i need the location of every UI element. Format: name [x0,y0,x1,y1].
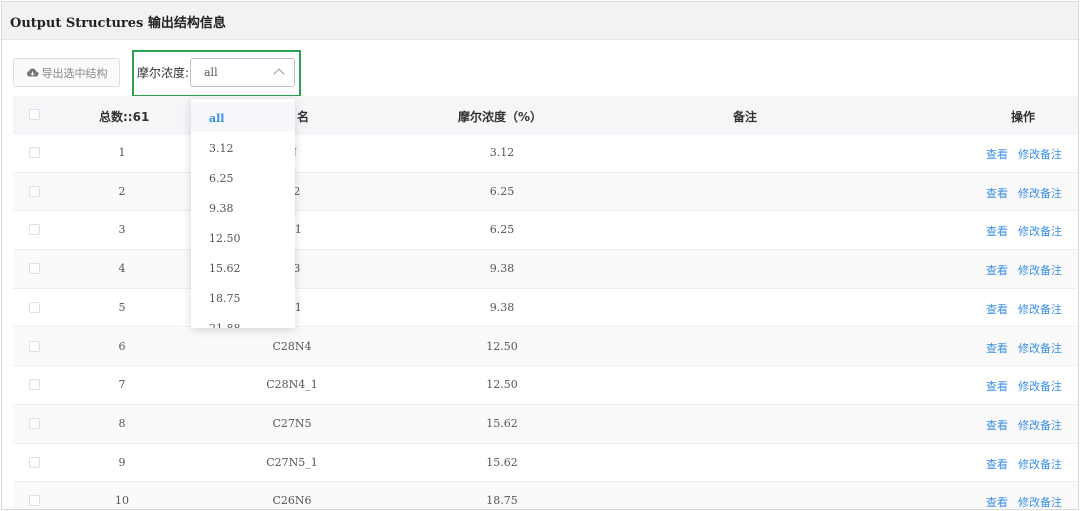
row-concentration: 12.50 [486,339,518,353]
row-index: 4 [118,262,126,276]
view-link[interactable]: 查看 [986,146,1008,162]
row-index: 10 [115,494,129,508]
concentration-select-value: all [204,66,218,79]
dropdown-option[interactable]: 12.50 [191,222,295,252]
row-concentration: 15.62 [486,416,518,430]
table-header: 总数::61 名 摩尔浓度（%） 备注 操作 [13,96,1078,134]
view-link[interactable]: 查看 [986,417,1008,433]
row-checkbox[interactable] [29,340,40,352]
export-selected-button[interactable]: 导出选中结构 [13,58,120,87]
edit-remark-link[interactable]: 修改备注 [1018,340,1062,356]
edit-remark-link[interactable]: 修改备注 [1018,262,1062,278]
concentration-select[interactable]: all [190,58,295,87]
table-row: 6 C28N4 12.50 查看 修改备注 [13,327,1078,367]
action-header: 操作 [1011,110,1036,124]
cloud-download-icon [26,68,38,77]
row-checkbox[interactable] [29,224,40,236]
row-checkbox[interactable] [29,185,40,197]
row-checkbox[interactable] [29,379,40,391]
structure-name: C28N4 [272,339,312,353]
dropdown-option[interactable]: 3.12 [191,132,295,162]
structure-name: C27N5 [272,416,312,430]
edit-remark-link[interactable]: 修改备注 [1018,146,1062,162]
view-link[interactable]: 查看 [986,301,1008,317]
dropdown-option[interactable]: 6.25 [191,162,295,192]
view-link[interactable]: 查看 [986,262,1008,278]
view-link[interactable]: 查看 [986,340,1008,356]
row-concentration: 18.75 [486,494,518,508]
view-link[interactable]: 查看 [986,456,1008,472]
row-checkbox[interactable] [29,301,40,313]
row-concentration: 3.12 [489,146,515,159]
row-concentration: 15.62 [486,455,518,469]
concentration-header: 摩尔浓度（%） [458,110,543,124]
export-selected-label: 导出选中结构 [41,66,108,80]
structure-name-header: 名 [297,110,310,124]
row-concentration: 12.50 [486,378,518,392]
chevron-up-icon [273,68,285,80]
row-index: 2 [118,184,126,198]
total-count-header: 总数::61 [99,110,150,124]
structure-name: C26N6 [272,494,312,508]
row-concentration: 6.25 [489,184,515,198]
row-checkbox[interactable] [29,263,40,275]
row-concentration: 9.38 [489,262,515,276]
dropdown-option[interactable]: 15.62 [191,252,295,282]
row-index: 5 [118,300,126,314]
structure-name: C27N5_1 [266,455,318,469]
edit-remark-link[interactable]: 修改备注 [1018,494,1062,509]
table-row: 10 C26N6 18.75 查看 修改备注 [13,482,1078,509]
dropdown-option[interactable]: 21.88 [191,312,295,328]
row-index: 1 [118,146,126,159]
row-checkbox[interactable] [29,147,40,158]
dropdown-option[interactable]: all [191,102,295,132]
row-concentration: 9.38 [489,300,515,314]
row-index: 8 [118,416,126,430]
dropdown-option[interactable]: 9.38 [191,192,295,222]
edit-remark-link[interactable]: 修改备注 [1018,223,1062,239]
concentration-dropdown: all3.126.259.3812.5015.6218.7521.88 [191,99,295,328]
remark-header: 备注 [733,110,758,124]
page-title: Output Structures 输出结构信息 [10,16,226,31]
table-row: 7 C28N4_1 12.50 查看 修改备注 [13,366,1078,405]
table-row: 1N3.12查看修改备注 [13,134,1078,173]
row-index: 9 [118,455,126,469]
row-index: 7 [118,378,126,392]
table-row: 9 C27N5_1 15.62 查看 修改备注 [13,444,1078,483]
table-row: 53_19.38查看修改备注 [13,289,1078,328]
row-checkbox[interactable] [29,417,40,429]
view-link[interactable]: 查看 [986,185,1008,201]
table-row: 2N26.25查看修改备注 [13,172,1078,212]
dropdown-option[interactable]: 18.75 [191,282,295,312]
table-row: 8 C27N5 15.62 查看 修改备注 [13,404,1078,444]
row-index: 3 [118,223,126,237]
edit-remark-link[interactable]: 修改备注 [1018,185,1062,201]
edit-remark-link[interactable]: 修改备注 [1018,456,1062,472]
edit-remark-link[interactable]: 修改备注 [1018,417,1062,433]
view-link[interactable]: 查看 [986,494,1008,509]
edit-remark-link[interactable]: 修改备注 [1018,378,1062,394]
structure-name: C28N4_1 [266,378,318,392]
row-checkbox[interactable] [29,495,40,507]
concentration-filter-label: 摩尔浓度: [137,66,190,80]
row-index: 6 [118,339,126,353]
view-link[interactable]: 查看 [986,378,1008,394]
edit-remark-link[interactable]: 修改备注 [1018,301,1062,317]
view-link[interactable]: 查看 [986,223,1008,239]
row-concentration: 6.25 [489,223,515,237]
page-header: Output Structures 输出结构信息 [2,2,1078,40]
row-checkbox[interactable] [29,456,40,468]
table-row: 4N39.38查看修改备注 [13,250,1078,289]
select-all-checkbox[interactable] [29,109,40,120]
table-row: 32_16.25查看修改备注 [13,211,1078,251]
app-frame: Output Structures 输出结构信息 导出选中结构 摩尔浓度: al… [1,1,1079,510]
